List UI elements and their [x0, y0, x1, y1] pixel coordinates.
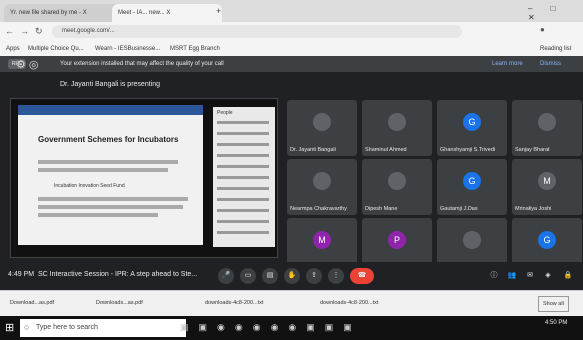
participant-name: Sanjay Bharat — [515, 147, 550, 153]
participant-tile[interactable]: Dr. Jayanti Bangali — [287, 100, 357, 156]
camera-button[interactable]: ▭ — [240, 268, 256, 284]
windows-start-icon[interactable]: ⊞ — [5, 321, 14, 334]
download-item[interactable]: Download...as.pdf — [10, 296, 54, 310]
taskbar-search-input[interactable]: Type here to search — [20, 319, 186, 337]
presenting-banner: Dr. Jayanti Bangali is presenting — [0, 74, 280, 96]
people-icon[interactable]: 👥 — [504, 268, 520, 284]
download-item[interactable]: downloads-4c8-200...txt — [320, 296, 378, 310]
participant-avatar — [538, 113, 556, 131]
document-title: Government Schemes for Incubators — [38, 135, 179, 144]
present-button[interactable]: ⇪ — [306, 268, 322, 284]
document-line — [38, 168, 168, 172]
bookmark-item[interactable]: MSRT Egg Branch — [170, 44, 220, 54]
participant-tile[interactable]: M Mrinaliya Joshi — [512, 159, 582, 215]
browser-tab-bar: Yr. new file shared by me - X Meet - IA.… — [0, 0, 583, 22]
people-panel: People — [213, 107, 275, 247]
new-tab-icon[interactable]: + — [216, 6, 221, 16]
meeting-time: 4:49 PM — [8, 271, 35, 278]
participant-tile[interactable]: Nearmpa Chakravarthy — [287, 159, 357, 215]
participant-avatar — [313, 172, 331, 190]
learn-more-link[interactable]: Learn more — [492, 56, 523, 72]
participant-avatar — [388, 172, 406, 190]
window-controls[interactable]: – □ ✕ — [528, 4, 583, 22]
chat-icon[interactable]: ✉ — [522, 268, 538, 284]
browser-tab[interactable]: Yr. new file shared by me - X — [4, 4, 120, 22]
participant-name: Dipesh Mane — [365, 206, 398, 212]
bookmark-item[interactable]: Multiple Choice Qu... — [28, 44, 84, 54]
participant-avatar: P — [388, 231, 406, 249]
mic-button[interactable]: 🎤 — [218, 268, 234, 284]
leave-call-button[interactable]: ☎ — [350, 268, 374, 284]
meeting-title: SC Interactive Session - IPR: A step ahe… — [38, 271, 198, 278]
participant-avatar — [388, 113, 406, 131]
participant-list — [217, 121, 269, 241]
shared-document: Government Schemes for Incubators Incuba… — [18, 105, 203, 245]
url-input[interactable]: meet.google.com/... — [52, 25, 462, 38]
document-subheading: Incubation Inovation Seed Fund — [54, 183, 125, 189]
document-line — [38, 197, 188, 201]
bookmark-item[interactable]: Apps — [6, 44, 20, 54]
participant-name: Mrinaliya Joshi — [515, 206, 552, 212]
extension-icons: ⚙ ◎ — [16, 59, 39, 71]
participant-name: Dr. Jayanti Bangali — [290, 147, 336, 153]
participant-avatar — [313, 113, 331, 131]
participant-tile[interactable]: G Ghanshyamji S.Trivedi — [437, 100, 507, 156]
downloads-bar — [0, 290, 583, 317]
search-icon: ○ — [24, 322, 30, 332]
participant-avatar: M — [538, 172, 556, 190]
taskbar-app-icons[interactable]: ▣▣◉◉◉◉◉▣▣▣ — [180, 322, 362, 333]
download-item[interactable]: downloads-4c8-200...txt — [205, 296, 263, 310]
info-icon[interactable]: ⓘ — [486, 268, 502, 284]
host-controls-icon[interactable]: 🔒 — [560, 268, 576, 284]
participant-tile[interactable]: Dipesh Mane — [362, 159, 432, 215]
activities-icon[interactable]: ◈ — [540, 268, 556, 284]
reading-list-button[interactable]: Reading list — [540, 44, 571, 54]
more-options-button[interactable]: ⋮ — [328, 268, 344, 284]
presenter-label: Dr. Jayanti Bangali is presenting — [60, 81, 160, 88]
browser-tab-active[interactable]: Meet - IA... new... X — [112, 4, 222, 22]
participant-avatar: M — [313, 231, 331, 249]
bookmarks-bar: Apps Multiple Choice Qu... Wearn - IESBu… — [0, 42, 583, 56]
people-panel-title: People — [217, 110, 233, 116]
raise-hand-button[interactable]: ✋ — [284, 268, 300, 284]
download-item[interactable]: Downloads...as.pdf — [96, 296, 143, 310]
participant-tile[interactable]: G Gautamji J.Das — [437, 159, 507, 215]
notice-text: Your extension installed that may affect… — [60, 61, 224, 67]
participant-name: Nearmpa Chakravarthy — [290, 206, 347, 212]
document-line — [38, 205, 183, 209]
taskbar-clock: 4:50 PM — [545, 320, 568, 326]
participant-avatar: G — [463, 172, 481, 190]
participant-tile[interactable]: Shaminul Ahmed — [362, 100, 432, 156]
dismiss-button[interactable]: Dismiss — [540, 56, 561, 72]
document-toolbar — [18, 105, 203, 115]
nav-buttons[interactable]: ←→↻ — [5, 26, 49, 37]
participant-avatar: G — [463, 113, 481, 131]
participant-name: Gautamji J.Das — [440, 206, 478, 212]
participant-avatar — [463, 231, 481, 249]
document-line — [38, 160, 178, 164]
participant-name: Shaminul Ahmed — [365, 147, 407, 153]
participant-avatar: G — [538, 231, 556, 249]
participant-tile[interactable]: Sanjay Bharat — [512, 100, 582, 156]
captions-button[interactable]: ▤ — [262, 268, 278, 284]
bookmark-item[interactable]: Wearn - IESBusinesse... — [95, 44, 160, 54]
extension-notice-bar: REC Your extension installed that may af… — [0, 56, 583, 72]
profile-icon[interactable]: ● — [540, 25, 545, 34]
participant-name: Ghanshyamji S.Trivedi — [440, 147, 496, 153]
document-line — [38, 213, 158, 217]
show-all-button[interactable]: Show all — [538, 296, 569, 312]
